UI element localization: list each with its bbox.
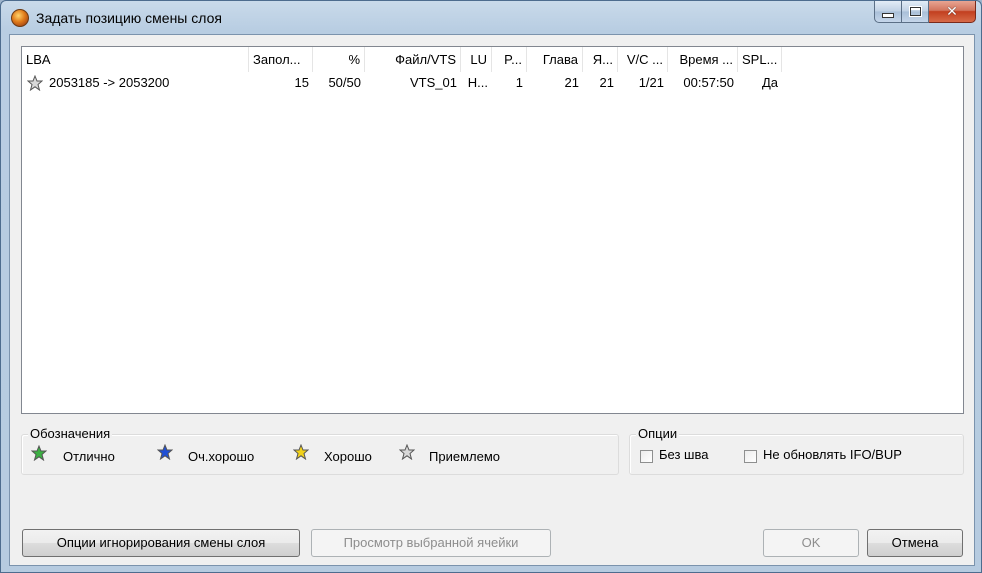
ignore-layer-break-options-button[interactable]: Опции игнорирования смены слоя	[22, 529, 300, 557]
legend-group: Обозначения Отлично Оч.хорошо Хорошо При…	[21, 426, 619, 475]
cell-spl: Да	[761, 75, 778, 90]
seamless-checkbox[interactable]	[640, 450, 653, 463]
legend-good-label: Хорошо	[324, 449, 372, 464]
cell-ya: 21	[599, 75, 614, 90]
dialog-window: Задать позицию смены слоя ✕ LBA Запол...…	[0, 0, 982, 573]
col-vc[interactable]: V/C ...	[618, 47, 668, 72]
close-icon: ✕	[946, 3, 958, 20]
dialog-client-area: LBA Запол... % Файл/VTS LU P... Глава Я.…	[9, 34, 975, 566]
maximize-button[interactable]	[902, 1, 929, 23]
col-time[interactable]: Время ...	[668, 47, 738, 72]
star-very-good-icon	[157, 444, 173, 460]
cell-p: 1	[515, 75, 523, 90]
col-lba[interactable]: LBA	[22, 47, 249, 72]
col-lu[interactable]: LU	[461, 47, 492, 72]
cell-percent: 50/50	[328, 75, 361, 90]
options-title: Опции	[636, 426, 680, 441]
app-icon	[11, 9, 29, 27]
caption-buttons: ✕	[874, 1, 976, 23]
ok-button[interactable]: OK	[763, 529, 859, 557]
col-chapter[interactable]: Глава	[527, 47, 583, 72]
legend-acceptable-label: Приемлемо	[429, 449, 500, 464]
cancel-button[interactable]: Отмена	[867, 529, 963, 557]
cell-vc: 1/21	[638, 75, 664, 90]
cell-time: 00:57:50	[683, 75, 734, 90]
legend-excellent-label: Отлично	[63, 449, 115, 464]
table-row[interactable]: 2053185 -> 2053200 15 50/50 VTS_01 Н... …	[22, 72, 963, 94]
legend-title: Обозначения	[28, 426, 113, 441]
layer-break-list[interactable]: LBA Запол... % Файл/VTS LU P... Глава Я.…	[21, 46, 964, 414]
col-percent[interactable]: %	[313, 47, 365, 72]
legend-very-good-label: Оч.хорошо	[188, 449, 255, 464]
star-good-icon	[293, 444, 309, 460]
cell-chapter: 21	[564, 75, 579, 90]
title-bar[interactable]: Задать позицию смены слоя ✕	[1, 1, 981, 35]
maximize-icon	[908, 6, 922, 17]
star-excellent-icon	[31, 445, 47, 461]
close-button[interactable]: ✕	[929, 1, 976, 23]
cell-lba: 2053185 -> 2053200	[49, 75, 170, 90]
cell-fill: 15	[294, 75, 309, 90]
col-ya[interactable]: Я...	[583, 47, 618, 72]
seamless-label[interactable]: Без шва	[659, 447, 708, 462]
col-p[interactable]: P...	[492, 47, 527, 72]
col-file-vts[interactable]: Файл/VTS	[365, 47, 461, 72]
col-spl[interactable]: SPL...	[738, 47, 782, 72]
view-selected-cell-button[interactable]: Просмотр выбранной ячейки	[311, 529, 551, 557]
cell-file-vts: VTS_01	[410, 75, 457, 90]
window-title: Задать позицию смены слоя	[36, 10, 222, 26]
minimize-button[interactable]	[874, 1, 902, 23]
no-update-ifo-bup-checkbox[interactable]	[744, 450, 757, 463]
cell-lu: Н...	[467, 75, 488, 90]
list-header: LBA Запол... % Файл/VTS LU P... Глава Я.…	[22, 47, 963, 72]
star-acceptable-legend-icon	[399, 444, 415, 460]
col-fill[interactable]: Запол...	[249, 47, 313, 72]
minimize-icon	[882, 13, 894, 18]
no-update-ifo-bup-label[interactable]: Не обновлять IFO/BUP	[763, 447, 902, 462]
options-group: Опции Без шва Не обновлять IFO/BUP	[629, 426, 964, 475]
star-acceptable-icon	[27, 75, 43, 91]
